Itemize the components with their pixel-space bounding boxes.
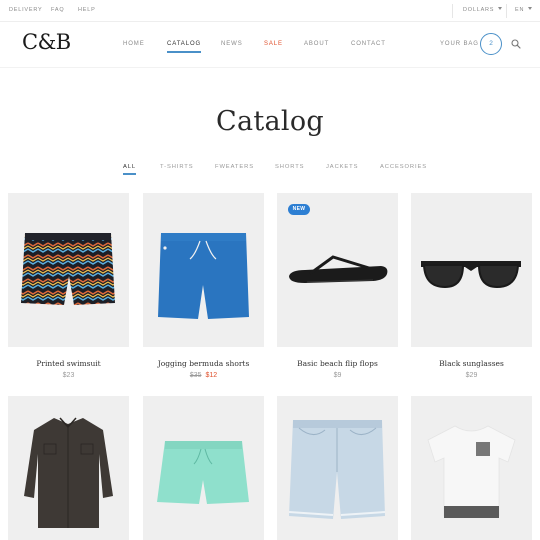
product-price: $23 — [62, 372, 75, 379]
filter-t-shirts[interactable]: T-SHIRTS — [160, 164, 194, 170]
language-label: EN — [515, 7, 525, 13]
product-price-line: $23 — [8, 372, 129, 379]
nav-home[interactable]: HOME — [123, 41, 145, 47]
nav-sale[interactable]: SALE — [264, 41, 283, 47]
product-price-line: $9 — [277, 372, 398, 379]
language-selector[interactable]: EN — [515, 7, 533, 13]
currency-selector[interactable]: DOLLARS — [463, 7, 503, 13]
product-image[interactable] — [143, 396, 264, 540]
dark-button-shirt-icon — [24, 417, 113, 528]
filter-jackets[interactable]: JACKETS — [326, 164, 358, 170]
logo[interactable]: C&B — [22, 30, 71, 54]
faq-link[interactable]: FAQ — [51, 7, 64, 13]
product-card[interactable] — [277, 396, 398, 540]
product-card[interactable] — [143, 396, 264, 540]
product-image[interactable] — [8, 396, 129, 540]
product-card[interactable]: Black sunglasses $29 — [411, 193, 532, 379]
product-card[interactable]: Jogging bermuda shorts $35 $12 — [143, 193, 264, 379]
main-header: C&B HOME CATALOG NEWS SALE ABOUT CONTACT… — [0, 22, 540, 68]
product-name[interactable]: Black sunglasses — [411, 359, 532, 368]
product-name[interactable]: Jogging bermuda shorts — [143, 359, 264, 368]
delivery-link[interactable]: DELIVERY — [9, 7, 43, 13]
product-price-line: $29 — [411, 372, 532, 379]
page-title: Catalog — [216, 106, 324, 137]
zigzag-swim-shorts-icon — [21, 233, 115, 305]
filter-shorts[interactable]: SHORTS — [275, 164, 304, 170]
product-image[interactable] — [411, 193, 532, 347]
black-flip-flop-icon — [289, 255, 388, 283]
product-card[interactable] — [411, 396, 532, 540]
product-image[interactable] — [277, 396, 398, 540]
nav-about[interactable]: ABOUT — [304, 41, 329, 47]
product-image[interactable]: NEW — [277, 193, 398, 347]
product-image[interactable] — [411, 396, 532, 540]
product-image[interactable] — [8, 193, 129, 347]
denim-shorts-icon — [288, 420, 386, 519]
product-card[interactable] — [8, 396, 129, 540]
product-name[interactable]: Basic beach flip flops — [277, 359, 398, 368]
chevron-down-icon — [498, 7, 503, 10]
chevron-down-icon — [528, 7, 533, 10]
nav-news[interactable]: NEWS — [221, 41, 243, 47]
divider — [506, 4, 507, 18]
help-link[interactable]: HELP — [78, 7, 96, 13]
black-sunglasses-icon — [421, 261, 521, 289]
blue-bermuda-shorts-icon — [158, 233, 249, 319]
filter-accesories[interactable]: ACCESORIES — [380, 164, 427, 170]
nav-contact[interactable]: CONTACT — [351, 41, 386, 47]
divider — [452, 4, 453, 18]
product-price: $29 — [465, 372, 478, 379]
product-card[interactable]: Printed swimsuit $23 — [8, 193, 129, 379]
product-price: $9 — [333, 372, 342, 379]
new-badge: NEW — [288, 204, 310, 215]
your-bag-link[interactable]: YOUR BAG — [440, 41, 479, 47]
mint-swim-shorts-icon — [157, 441, 249, 504]
sale-price: $12 — [205, 372, 218, 379]
original-price: $35 — [189, 372, 202, 379]
product-image[interactable] — [143, 193, 264, 347]
filter-fweaters[interactable]: FWEATERS — [215, 164, 254, 170]
product-price-line: $35 $12 — [143, 372, 264, 379]
search-icon[interactable] — [511, 39, 521, 49]
filter-all[interactable]: ALL — [123, 164, 137, 175]
white-pocket-tshirt-icon — [427, 425, 516, 518]
product-card[interactable]: NEW Basic beach flip flops $9 — [277, 193, 398, 379]
utility-bar: DELIVERY FAQ HELP DOLLARS EN — [0, 0, 540, 22]
currency-label: DOLLARS — [463, 7, 495, 13]
product-name[interactable]: Printed swimsuit — [8, 359, 129, 368]
bag-count-badge[interactable]: 2 — [480, 33, 502, 55]
nav-catalog[interactable]: CATALOG — [167, 41, 202, 53]
